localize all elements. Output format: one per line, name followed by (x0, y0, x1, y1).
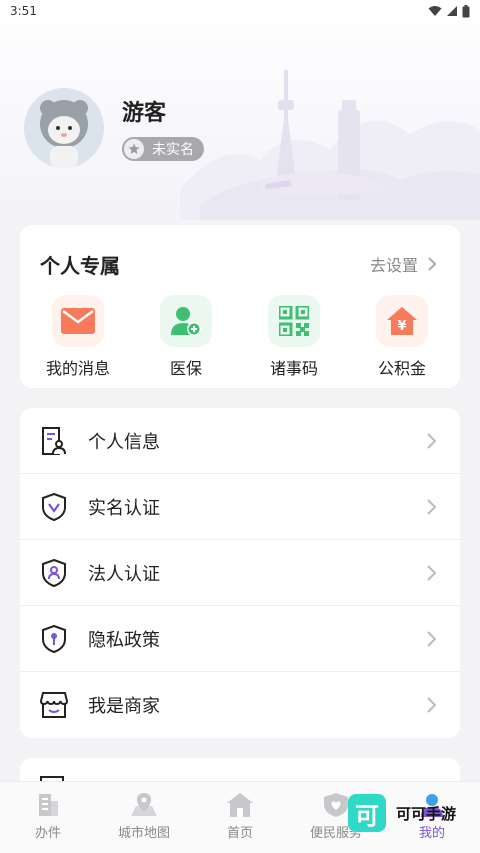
quick-housing-fund[interactable]: ¥ 公积金 (362, 295, 442, 379)
chevron-right-icon (427, 697, 437, 713)
quick-my-messages[interactable]: 我的消息 (38, 295, 118, 379)
verify-status-label: 未实名 (152, 142, 194, 158)
menu-label: 个人信息 (88, 431, 160, 453)
city-skyline-illustration (180, 70, 480, 220)
menu-label: 实名认证 (88, 497, 160, 519)
personal-exclusive-card: 个人专属 去设置 我的消息 医保 诸事码 ¥ 公积金 (20, 225, 460, 388)
verify-status-badge[interactable]: 未实名 (122, 137, 204, 161)
go-settings-label: 去设置 (369, 256, 418, 275)
shield-person-icon (40, 558, 68, 587)
watermark-text: 可可手游 (396, 804, 457, 823)
chevron-right-icon (427, 564, 437, 581)
username: 游客 (122, 101, 167, 126)
nav-item-tasks[interactable]: 办件 (0, 792, 96, 841)
chevron-right-icon (428, 257, 437, 271)
go-settings-link[interactable]: 去设置 (370, 252, 440, 276)
quick-medical-insurance[interactable]: 医保 (146, 295, 226, 379)
nav-label: 办件 (34, 826, 61, 841)
lion-mascot-icon (24, 88, 104, 168)
store-icon (40, 691, 68, 719)
nav-label: 首页 (226, 826, 253, 841)
chevron-right-icon (427, 630, 437, 647)
quick-qr-code[interactable]: 诸事码 (254, 295, 334, 379)
menu-personal-info[interactable]: 个人信息 (20, 408, 460, 474)
watermark-logo: 可 (348, 794, 386, 832)
shield-v-icon (40, 492, 68, 521)
shield-keyhole-icon (40, 624, 68, 653)
wifi-icon (428, 6, 442, 16)
medical-insurance-icon (160, 295, 212, 347)
battery-icon (462, 4, 470, 17)
menu-legal-person-verification[interactable]: 法人认证 (20, 540, 460, 606)
chevron-right-icon (427, 498, 437, 515)
signal-icon (447, 6, 457, 16)
personal-card-title: 个人专属 (40, 253, 120, 278)
status-bar: 3:51 (0, 0, 480, 22)
svg-text:¥: ¥ (397, 319, 406, 334)
quick-label: 诸事码 (269, 359, 318, 378)
watermark: 可 可可手游 (348, 794, 456, 832)
nav-item-city-map[interactable]: 城市地图 (96, 792, 192, 841)
menu-merchant[interactable]: 我是商家 (20, 672, 460, 738)
quick-label: 医保 (169, 359, 202, 378)
profile-document-icon (40, 426, 68, 455)
qr-code-icon (268, 295, 320, 347)
menu-label: 我是商家 (88, 696, 160, 717)
menu-privacy-policy[interactable]: 隐私政策 (20, 606, 460, 672)
quick-label: 我的消息 (45, 359, 110, 378)
building-icon (39, 794, 58, 816)
menu-label: 隐私政策 (88, 629, 160, 651)
avatar[interactable] (24, 88, 104, 168)
profile-section: 游客 未实名 (24, 88, 204, 168)
status-icons (428, 4, 470, 18)
nav-label: 城市地图 (117, 826, 170, 841)
home-icon (227, 793, 253, 817)
settings-menu-card: 个人信息 实名认证 法人认证 隐私政策 我是商家 (20, 408, 460, 738)
chevron-right-icon (427, 432, 437, 449)
house-fund-icon: ¥ (376, 295, 428, 347)
star-icon (122, 137, 146, 161)
status-time: 3:51 (10, 4, 37, 18)
nav-item-home[interactable]: 首页 (192, 792, 288, 841)
quick-label: 公积金 (377, 359, 426, 378)
menu-label: 法人认证 (88, 563, 160, 585)
map-pin-icon (131, 793, 157, 816)
envelope-icon (52, 295, 104, 347)
menu-real-name-verification[interactable]: 实名认证 (20, 474, 460, 540)
heart-shield-icon (324, 793, 348, 817)
